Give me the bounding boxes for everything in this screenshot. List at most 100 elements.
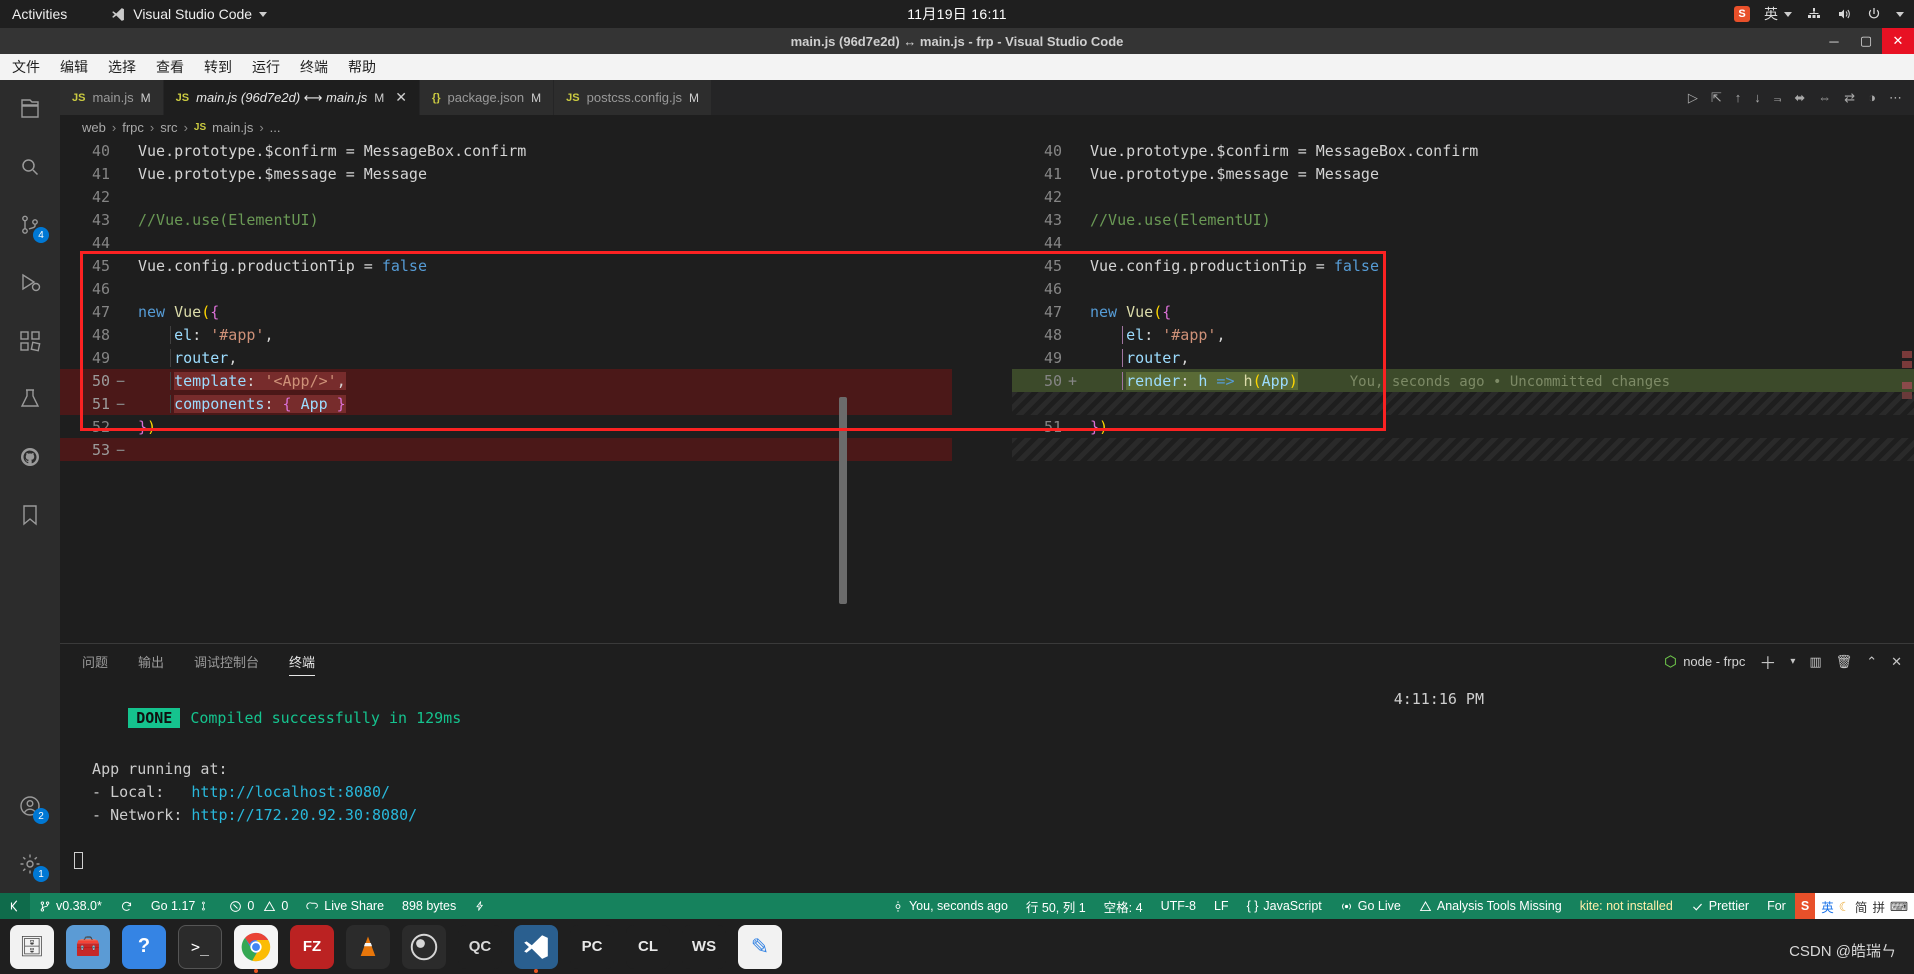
panel-tab-debug-console[interactable]: 调试控制台	[194, 644, 259, 679]
sidebar-item-source-control[interactable]: 4	[0, 196, 60, 254]
code-line[interactable]: 51− components: { App }	[60, 392, 952, 415]
lightning-status[interactable]	[465, 893, 495, 919]
editor-layout-icon[interactable]: ◑	[1868, 90, 1876, 105]
dock-item-webstorm[interactable]: WS	[682, 924, 726, 969]
dock-item-filezilla[interactable]: FZ	[290, 924, 334, 969]
diff-pane-original[interactable]: 40 Vue.prototype.$confirm = MessageBox.co…	[60, 139, 952, 643]
problems-status[interactable]: 0 0	[220, 893, 297, 919]
more-actions-icon[interactable]: ⋯	[1889, 90, 1902, 106]
sidebar-item-explorer[interactable]	[0, 80, 60, 138]
new-terminal-icon[interactable]: ＋	[1759, 649, 1776, 674]
toggle-inline-view-icon[interactable]: ⬌	[1794, 90, 1805, 106]
maximize-panel-icon[interactable]: ⌃	[1866, 654, 1877, 670]
breadcrumb-item-main-js[interactable]: main.js	[212, 120, 253, 135]
activities-button[interactable]: Activities	[12, 6, 67, 22]
menu-item-edit[interactable]: 编辑	[60, 57, 88, 77]
next-change-icon[interactable]: ↓	[1754, 90, 1761, 105]
dock-item-help[interactable]: ?	[122, 924, 166, 969]
breadcrumb-item-web[interactable]: web	[82, 120, 106, 135]
kill-terminal-icon[interactable]: 🗑	[1836, 654, 1853, 670]
sidebar-item-bookmarks[interactable]	[0, 486, 60, 544]
chevron-down-icon[interactable]	[1896, 11, 1904, 17]
network-icon[interactable]	[1806, 6, 1822, 22]
sidebar-item-github[interactable]	[0, 428, 60, 486]
code-line[interactable]: 47 new Vue({	[60, 300, 952, 323]
maximize-button[interactable]: ▢	[1850, 28, 1882, 54]
dock-item-vscode[interactable]	[514, 924, 558, 973]
tab-postcss-config-js[interactable]: JS postcss.config.js M	[554, 80, 712, 115]
sync-status[interactable]	[111, 893, 142, 919]
code-line[interactable]: 43 //Vue.use(ElementUI)	[1012, 208, 1914, 231]
code-line[interactable]: 41 Vue.prototype.$message = Message	[60, 162, 952, 185]
code-line[interactable]: 50− template: '<App/>',	[60, 369, 952, 392]
code-line[interactable]: 52})	[60, 415, 952, 438]
filter-icon[interactable]: ⫬	[1774, 90, 1782, 106]
file-size-status[interactable]: 898 bytes	[393, 893, 465, 919]
menu-item-file[interactable]: 文件	[12, 57, 40, 77]
breadcrumb-item-more[interactable]: ...	[270, 120, 281, 135]
terminal-output[interactable]: DONE Compiled successfully in 129ms App r…	[60, 679, 1914, 893]
dock-item-chrome[interactable]	[234, 924, 278, 973]
gnome-clock[interactable]: 11月19日 16:11	[907, 4, 1007, 24]
dock-item-qc[interactable]: QC	[458, 924, 502, 969]
terminal-dropdown-icon[interactable]: ▾	[1790, 656, 1795, 667]
split-terminal-icon[interactable]: ▥	[1809, 654, 1821, 670]
tab-main-js-diff[interactable]: JS main.js (96d7e2d) ⟷ main.js M ✕	[163, 80, 420, 115]
settings-button[interactable]: 1	[0, 835, 60, 893]
prettier-status[interactable]: Prettier	[1682, 893, 1758, 919]
branch-status[interactable]: v0.38.0*	[30, 893, 111, 919]
menu-item-selection[interactable]: 选择	[108, 57, 136, 77]
code-line[interactable]: 40 Vue.prototype.$confirm = MessageBox.co…	[1012, 139, 1914, 162]
close-button[interactable]: ✕	[1882, 28, 1914, 54]
code-line[interactable]: 50 + render: h => h(App) You, seconds ago …	[1012, 369, 1914, 392]
previous-change-icon[interactable]: ↑	[1735, 90, 1742, 105]
dock-item-terminal[interactable]: >_	[178, 924, 222, 969]
close-icon[interactable]: ✕	[395, 89, 407, 106]
local-url-link[interactable]: http://localhost:8080/	[191, 783, 390, 801]
tab-main-js[interactable]: JS main.js M	[60, 80, 164, 115]
code-line[interactable]: 41 Vue.prototype.$message = Message	[1012, 162, 1914, 185]
menu-item-go[interactable]: 转到	[204, 57, 232, 77]
code-line[interactable]: 45 Vue.config.productionTip = false	[1012, 254, 1914, 277]
menu-item-terminal[interactable]: 终端	[300, 57, 328, 77]
code-line[interactable]: 48 el: '#app',	[60, 323, 952, 346]
format-status[interactable]: For	[1758, 893, 1795, 919]
ime-language-button[interactable]: 英 ☾ 简 拼 ⌨	[1815, 893, 1914, 919]
git-blame-status[interactable]: You, seconds ago	[883, 893, 1017, 919]
code-line[interactable]: 46	[1012, 277, 1914, 300]
close-panel-icon[interactable]: ✕	[1891, 654, 1902, 670]
breadcrumb-item-src[interactable]: src	[160, 120, 177, 135]
sidebar-item-testing[interactable]	[0, 370, 60, 428]
input-method-indicator[interactable]: 英	[1764, 4, 1792, 24]
dock-item-text-editor[interactable]: ✎	[738, 924, 782, 969]
app-menu-button[interactable]: Visual Studio Code	[111, 6, 268, 22]
split-editor-icon[interactable]: ⇱	[1711, 90, 1722, 106]
code-line[interactable]: 53−	[60, 438, 952, 461]
collapse-unchanged-icon[interactable]: ⇔	[1818, 90, 1831, 105]
code-line[interactable]: 46	[60, 277, 952, 300]
sidebar-item-extensions[interactable]	[0, 312, 60, 370]
code-line[interactable]: 49 router,	[60, 346, 952, 369]
diff-pane-modified[interactable]: 40 Vue.prototype.$confirm = MessageBox.co…	[1012, 139, 1914, 643]
editor-scrollbar[interactable]	[839, 397, 847, 604]
sogou-ime-button[interactable]: S	[1794, 893, 1816, 919]
code-line[interactable]: 49 router,	[1012, 346, 1914, 369]
dock-item-software[interactable]: 🧰	[66, 924, 110, 969]
code-line[interactable]: 42	[60, 185, 952, 208]
minimize-button[interactable]: ─	[1818, 28, 1850, 54]
accounts-button[interactable]: 2	[0, 777, 60, 835]
kite-status[interactable]: kite: not installed	[1571, 893, 1682, 919]
dock-item-files[interactable]: 🗄	[10, 924, 54, 969]
swap-sides-icon[interactable]: ⇄	[1844, 90, 1855, 106]
minimap[interactable]	[1900, 139, 1914, 643]
sidebar-item-run-debug[interactable]	[0, 254, 60, 312]
code-line[interactable]: 47 new Vue({	[1012, 300, 1914, 323]
code-line[interactable]: 43 //Vue.use(ElementUI)	[60, 208, 952, 231]
code-line[interactable]: 44	[1012, 231, 1914, 254]
go-live-status[interactable]: Go Live	[1331, 893, 1410, 919]
sidebar-item-search[interactable]	[0, 138, 60, 196]
run-icon[interactable]: ▷	[1688, 90, 1698, 106]
code-line[interactable]: 51})	[1012, 415, 1914, 438]
code-line[interactable]: 42	[1012, 185, 1914, 208]
code-line[interactable]: 40 Vue.prototype.$confirm = MessageBox.co…	[60, 139, 952, 162]
